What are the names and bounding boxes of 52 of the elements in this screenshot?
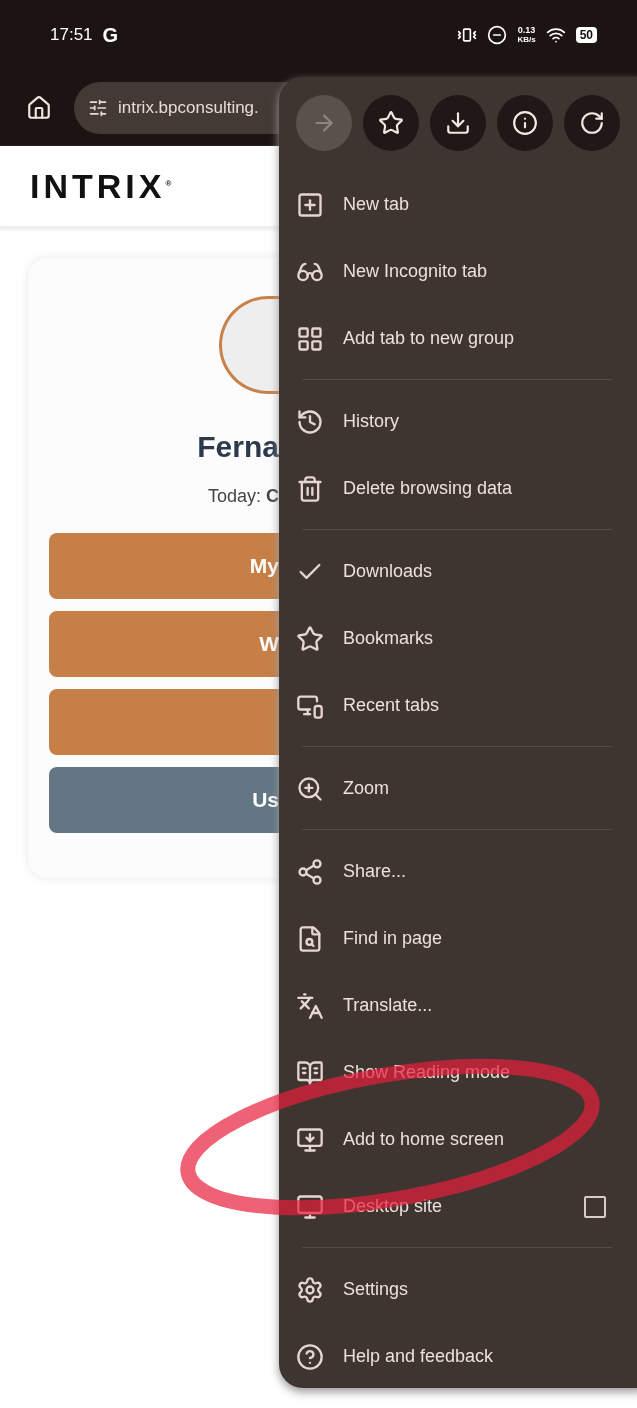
site-settings-icon[interactable] bbox=[88, 98, 108, 118]
plus-icon bbox=[296, 190, 324, 219]
book-icon bbox=[296, 1058, 324, 1087]
monitor-icon bbox=[296, 1192, 324, 1221]
menu-item[interactable]: History bbox=[343, 411, 606, 432]
home-icon[interactable] bbox=[26, 95, 52, 121]
menu-item[interactable]: New tab bbox=[343, 194, 606, 215]
page-button[interactable]: Us bbox=[49, 767, 279, 833]
star-icon bbox=[378, 110, 404, 136]
menu-item[interactable]: Desktop site bbox=[343, 1196, 565, 1217]
menu-item[interactable]: New Incognito tab bbox=[343, 261, 606, 282]
menu-item[interactable]: Find in page bbox=[343, 928, 606, 949]
translate-icon bbox=[296, 991, 324, 1020]
monitor-download-icon bbox=[296, 1125, 324, 1154]
info-button[interactable] bbox=[497, 95, 553, 151]
help-icon bbox=[296, 1342, 324, 1371]
user-name: Ferna bbox=[197, 430, 279, 464]
menu-item[interactable]: Translate... bbox=[343, 995, 606, 1016]
url-text: intrix.bpconsulting. bbox=[118, 98, 259, 118]
history-icon bbox=[296, 407, 324, 436]
wifi-icon bbox=[545, 25, 566, 45]
menu-item[interactable]: Delete browsing data bbox=[343, 478, 606, 499]
share-icon bbox=[296, 857, 324, 886]
menu-item[interactable]: Downloads bbox=[343, 561, 606, 582]
do-not-disturb-icon bbox=[487, 25, 508, 45]
zoom-icon bbox=[296, 774, 324, 803]
menu-item[interactable]: Help and feedback bbox=[343, 1346, 606, 1367]
menu-item[interactable]: Settings bbox=[343, 1279, 606, 1300]
grid-icon bbox=[296, 324, 324, 353]
date-line: Today: C bbox=[207, 486, 279, 507]
logo: INTRIX$^{®}$ bbox=[30, 166, 176, 206]
info-icon bbox=[512, 110, 538, 136]
download-icon bbox=[445, 110, 471, 136]
battery-icon: 50 bbox=[575, 27, 597, 43]
menu-item[interactable]: Zoom bbox=[343, 778, 606, 799]
reload-icon bbox=[579, 110, 605, 136]
network-speed: 0.13 KB/s bbox=[517, 26, 536, 44]
settings-icon bbox=[296, 1275, 324, 1304]
vibrate-icon bbox=[457, 25, 478, 45]
star-button[interactable] bbox=[363, 95, 419, 151]
reload-button[interactable] bbox=[564, 95, 620, 151]
star-icon bbox=[296, 624, 324, 653]
menu-item[interactable]: Add to home screen bbox=[343, 1129, 606, 1150]
menu-item[interactable]: Bookmarks bbox=[343, 628, 606, 649]
checkbox[interactable] bbox=[584, 1195, 606, 1218]
menu-item[interactable]: Recent tabs bbox=[343, 695, 606, 716]
trash-icon bbox=[296, 474, 324, 503]
menu-item[interactable]: Add tab to new group bbox=[343, 328, 606, 349]
clock: 17:51 bbox=[50, 25, 93, 45]
app-letter-icon: G bbox=[102, 23, 119, 47]
menu-item[interactable]: Share... bbox=[343, 861, 606, 882]
download-button[interactable] bbox=[430, 95, 486, 151]
